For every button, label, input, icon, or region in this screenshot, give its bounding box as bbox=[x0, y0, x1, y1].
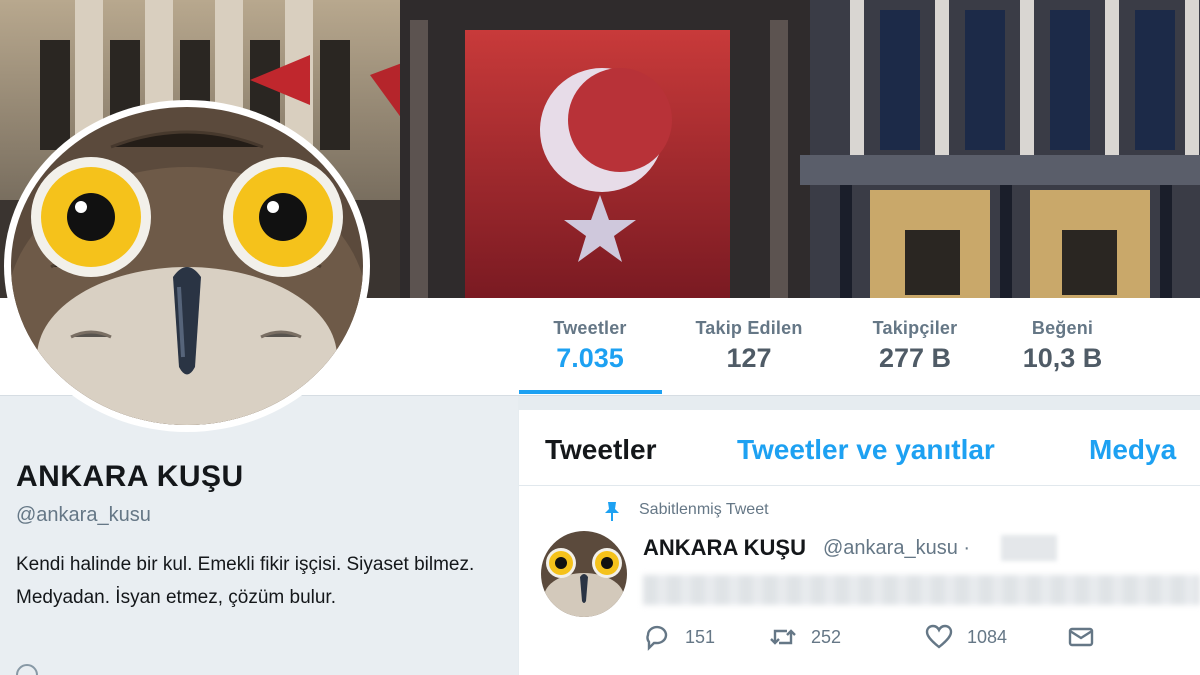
stat-label: Takipçiler bbox=[872, 318, 958, 338]
timeline-panel: Tweetler Tweetler ve yanıtlar Medya Sabi… bbox=[519, 410, 1200, 675]
profile-sidebar bbox=[0, 396, 518, 675]
like-count: 1084 bbox=[967, 626, 1008, 647]
message-icon bbox=[1068, 627, 1094, 647]
timeline-tabs: Tweetler Tweetler ve yanıtlar Medya bbox=[519, 410, 1200, 486]
stat-label: Takip Edilen bbox=[695, 318, 803, 338]
like-button[interactable]: 1084 bbox=[925, 623, 1007, 651]
owl-face-image bbox=[11, 107, 363, 425]
tweet-actions: 151 252 1084 bbox=[643, 623, 1200, 659]
tweet-text-redacted bbox=[643, 575, 1200, 605]
owl-face-image bbox=[541, 531, 627, 617]
direct-message-button[interactable] bbox=[1067, 623, 1095, 651]
stat-value: 127 bbox=[726, 343, 772, 373]
profile-handle: @ankara_kusu bbox=[16, 504, 151, 526]
reply-icon bbox=[646, 625, 668, 651]
stat-following[interactable]: Takip Edilen 127 bbox=[684, 318, 814, 374]
pin-icon bbox=[605, 502, 619, 521]
stat-label: Beğeni bbox=[1031, 318, 1094, 338]
pinned-tweet[interactable]: Sabitlenmiş Tweet ANKARA KUŞU @ankara_ku… bbox=[519, 487, 1200, 675]
tweet-date-redacted bbox=[1001, 535, 1057, 561]
tweet-avatar[interactable] bbox=[541, 531, 627, 617]
profile-avatar[interactable] bbox=[4, 100, 370, 432]
pinned-label: Sabitlenmiş Tweet bbox=[639, 501, 769, 518]
tweet-author-name[interactable]: ANKARA KUŞU bbox=[643, 535, 806, 561]
active-stat-underline bbox=[519, 390, 662, 394]
profile-name: ANKARA KUŞU bbox=[16, 460, 244, 493]
tab-tweets-and-replies[interactable]: Tweetler ve yanıtlar bbox=[737, 434, 995, 466]
stat-followers[interactable]: Takipçiler 277 B bbox=[860, 318, 970, 374]
retweet-icon bbox=[770, 629, 796, 645]
retweet-count: 252 bbox=[811, 626, 842, 647]
stat-tweets[interactable]: Tweetler 7.035 bbox=[540, 318, 640, 374]
tab-tweets[interactable]: Tweetler bbox=[545, 434, 657, 466]
heart-icon bbox=[925, 624, 953, 649]
tab-media[interactable]: Medya bbox=[1089, 434, 1176, 466]
profile-bio: Kendi halinde bir kul. Emekli fikir işçi… bbox=[16, 554, 475, 608]
stat-likes[interactable]: Beğeni 10,3 B bbox=[1010, 318, 1115, 374]
stat-value: 10,3 B bbox=[1022, 343, 1103, 373]
reply-count: 151 bbox=[685, 626, 716, 647]
retweet-button[interactable]: 252 bbox=[769, 623, 841, 651]
reply-button[interactable]: 151 bbox=[643, 623, 715, 651]
stat-value: 277 B bbox=[878, 343, 952, 373]
stat-value: 7.035 bbox=[556, 343, 624, 373]
tweet-author-handle[interactable]: @ankara_kusu · bbox=[823, 537, 970, 560]
stat-label: Tweetler bbox=[553, 318, 627, 338]
